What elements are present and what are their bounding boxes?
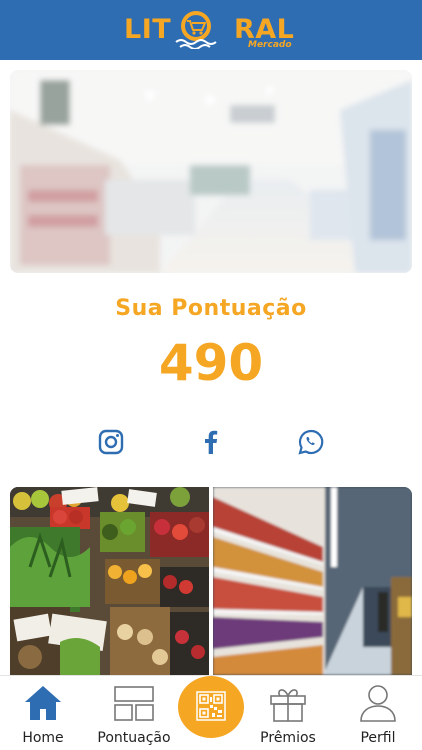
hero-banner-image (10, 70, 412, 273)
nav-perfil[interactable]: Perfil (352, 676, 404, 750)
instagram-icon[interactable] (97, 428, 125, 456)
score-value: 490 (158, 334, 264, 392)
qr-scan-button[interactable] (178, 676, 244, 738)
home-icon (25, 686, 61, 720)
shelves-tile-image[interactable] (213, 487, 412, 675)
nav-home[interactable]: Home (15, 676, 71, 750)
whatsapp-icon[interactable] (297, 428, 325, 456)
score-title: Sua Pontuação (115, 296, 307, 321)
qr-code-icon (196, 691, 226, 721)
nav-label-pontuacao: Pontuação (97, 730, 171, 746)
gift-icon (270, 689, 306, 722)
cart-logo-icon (175, 11, 217, 49)
brand-logo: LIT RAL Mercado (0, 0, 422, 60)
app-header: LIT RAL Mercado (0, 0, 422, 60)
facebook-icon[interactable] (197, 428, 225, 456)
produce-tile-image[interactable] (10, 487, 209, 675)
nav-label-premios: Prêmios (260, 730, 316, 746)
brand-name-left: LIT (124, 14, 172, 45)
nav-pontuacao[interactable]: Pontuação (92, 676, 176, 750)
layout-icon (114, 686, 154, 721)
nav-premios[interactable]: Prêmios (254, 676, 322, 750)
nav-label-perfil: Perfil (360, 730, 396, 746)
user-icon (360, 685, 396, 722)
nav-label-home: Home (22, 730, 64, 746)
brand-subtitle: Mercado (248, 40, 292, 50)
